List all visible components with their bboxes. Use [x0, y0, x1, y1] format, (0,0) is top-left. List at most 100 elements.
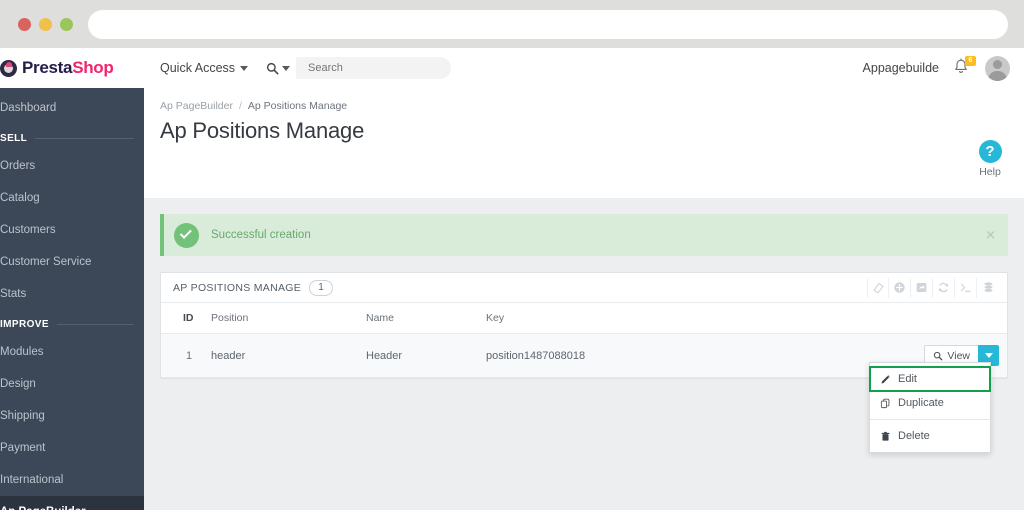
top-header-right: Appagebuilde 6 — [862, 55, 1024, 81]
column-header-actions — [770, 303, 1007, 334]
menu-item-duplicate-label: Duplicate — [898, 397, 944, 409]
breadcrumb-separator: / — [238, 100, 242, 112]
table-header-row: ID Position Name Key — [161, 303, 1007, 334]
success-alert: Successful creation ✕ — [160, 214, 1008, 256]
column-header-key[interactable]: Key — [486, 303, 771, 334]
menu-divider — [870, 419, 990, 420]
minimize-window-button[interactable] — [39, 18, 52, 31]
sidebar-item-label: Design — [0, 378, 36, 390]
sidebar-item-label: Customers — [0, 224, 56, 236]
sidebar-item-dashboard[interactable]: Dashboard — [0, 92, 144, 124]
sidebar-item-label: Stats — [0, 288, 27, 300]
sidebar-item-customers[interactable]: Customers — [0, 214, 144, 246]
prestashop-logo-icon — [0, 59, 17, 77]
notification-badge: 6 — [965, 56, 976, 66]
close-icon[interactable]: ✕ — [985, 229, 996, 242]
cell-name: Header — [366, 333, 486, 378]
search-type-dropdown[interactable] — [264, 62, 296, 75]
sidebar-item-catalog[interactable]: Catalog — [0, 182, 144, 214]
help-button[interactable]: ? Help — [970, 140, 1010, 178]
search-icon — [266, 62, 279, 75]
panel-count-badge: 1 — [309, 279, 334, 296]
address-bar[interactable] — [88, 10, 1008, 39]
add-icon[interactable] — [889, 277, 911, 298]
page-title: Ap Positions Manage — [160, 118, 365, 143]
table-head: ID Position Name Key — [161, 303, 1007, 334]
magnifier-icon — [933, 351, 943, 361]
menu-item-delete-label: Delete — [898, 430, 930, 442]
alert-message: Successful creation — [211, 229, 311, 241]
sidebar-section-label: SELL — [0, 133, 28, 144]
panel-title: AP POSITIONS MANAGE — [173, 281, 302, 294]
menu-item-duplicate[interactable]: Duplicate — [870, 391, 990, 415]
column-header-id[interactable]: ID — [161, 303, 211, 334]
maximize-window-button[interactable] — [60, 18, 73, 31]
divider — [56, 324, 134, 325]
cell-key: position1487088018 — [486, 333, 771, 378]
view-button-label: View — [947, 349, 970, 362]
sidebar-item-ap-pagebuilder[interactable]: Ap PageBuilder — [0, 496, 144, 510]
sidebar-section-sell: SELL — [0, 124, 144, 150]
sidebar-item-international[interactable]: International — [0, 464, 144, 496]
sidebar-item-customer-service[interactable]: Customer Service — [0, 246, 144, 278]
sidebar-item-label: International — [0, 474, 64, 486]
breadcrumb-parent[interactable]: Ap PageBuilder — [160, 100, 233, 112]
panel-toolbar — [867, 277, 999, 298]
sidebar-item-modules[interactable]: Modules — [0, 336, 144, 368]
refresh-icon[interactable] — [933, 277, 955, 298]
brand-name-shop: Shop — [72, 58, 114, 77]
row-actions-menu: Edit Duplicate Delete — [869, 362, 991, 453]
sidebar-item-label: Shipping — [0, 410, 45, 422]
sidebar: PrestaShop Dashboard SELL Orders Catalog… — [0, 48, 144, 510]
export-icon[interactable] — [911, 277, 933, 298]
divider — [35, 138, 134, 139]
search-input[interactable] — [296, 57, 452, 79]
help-icon: ? — [978, 140, 1002, 163]
sidebar-item-orders[interactable]: Orders — [0, 150, 144, 182]
menu-item-edit-label: Edit — [898, 373, 917, 385]
quick-access-label: Quick Access — [160, 61, 236, 75]
quick-access-dropdown[interactable]: Quick Access — [160, 61, 249, 75]
page-viewport: Quick Access Appagebuilde — [0, 48, 1024, 510]
notifications-button[interactable]: 6 — [953, 56, 976, 78]
avatar[interactable] — [985, 55, 1010, 81]
sidebar-item-shipping[interactable]: Shipping — [0, 400, 144, 432]
cell-id: 1 — [161, 333, 211, 378]
sidebar-section-label: IMPROVE — [0, 319, 49, 330]
sidebar-item-label: Ap PageBuilder — [0, 506, 86, 510]
menu-item-delete[interactable]: Delete — [870, 424, 990, 448]
database-icon[interactable] — [977, 278, 999, 298]
close-window-button[interactable] — [18, 18, 31, 31]
success-check-icon — [174, 222, 199, 248]
chevron-down-icon — [282, 65, 291, 71]
sidebar-item-payment[interactable]: Payment — [0, 432, 144, 464]
column-header-position[interactable]: Position — [211, 303, 366, 334]
sidebar-section-improve: IMPROVE — [0, 310, 144, 336]
trash-icon — [880, 431, 891, 442]
sidebar-item-design[interactable]: Design — [0, 368, 144, 400]
search-bar — [264, 57, 452, 79]
breadcrumb: Ap PageBuilder / Ap Positions Manage — [144, 88, 1024, 112]
top-header-bar: Quick Access Appagebuilde — [144, 48, 1024, 88]
menu-item-edit[interactable]: Edit — [869, 366, 991, 392]
terminal-icon[interactable] — [955, 277, 977, 298]
window-controls — [18, 18, 73, 31]
cell-position: header — [211, 333, 366, 378]
sidebar-item-stats[interactable]: Stats — [0, 278, 144, 310]
pencil-icon — [880, 374, 891, 385]
eraser-icon[interactable] — [867, 277, 889, 298]
sidebar-nav: Dashboard SELL Orders Catalog Customers … — [0, 88, 144, 510]
employee-name: Appagebuilde — [862, 61, 939, 75]
sidebar-item-label: Payment — [0, 442, 46, 454]
breadcrumb-current: Ap Positions Manage — [247, 100, 348, 112]
content-area: Successful creation ✕ AP POSITIONS MANAG… — [144, 198, 1024, 510]
browser-chrome — [0, 0, 1024, 48]
sidebar-item-label: Catalog — [0, 192, 40, 204]
sidebar-item-label: Modules — [0, 346, 44, 358]
brand-logo[interactable]: PrestaShop — [0, 48, 144, 88]
brand-name-presta: Presta — [22, 58, 73, 77]
help-label: Help — [979, 166, 1001, 178]
panel-header: AP POSITIONS MANAGE 1 — [161, 273, 1007, 303]
column-header-name[interactable]: Name — [366, 303, 486, 334]
copy-icon — [880, 398, 891, 409]
